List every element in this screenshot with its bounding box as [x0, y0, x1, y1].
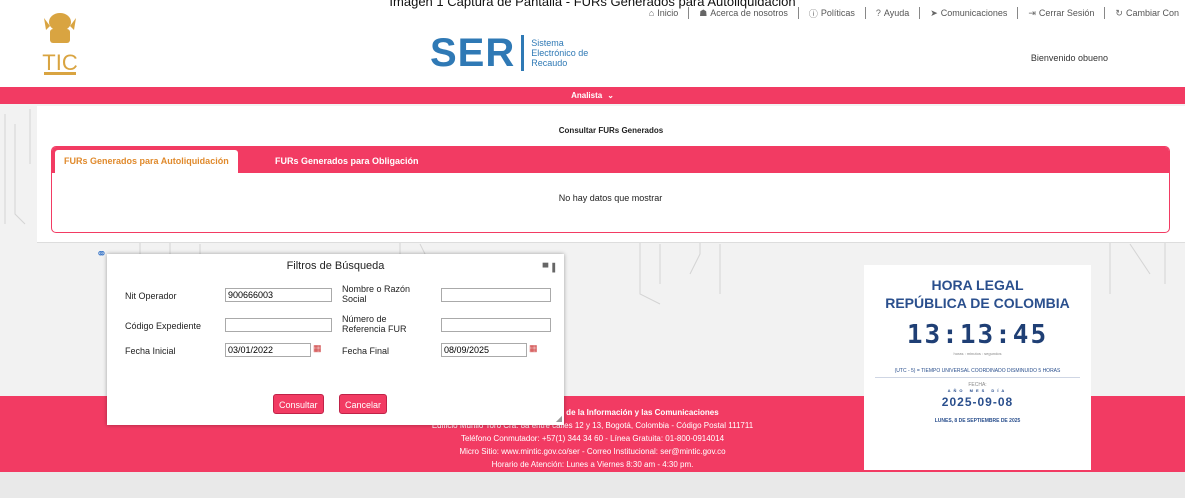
nav-separator	[864, 7, 866, 19]
search-filters-dialog: ⚭ Filtros de Búsqueda ▀▐ Nit Operador No…	[96, 246, 564, 425]
clock-units: horas : minutos : segundos	[953, 351, 1002, 356]
chevron-down-icon: ⌄	[607, 91, 614, 100]
welcome-text: Bienvenido obueno	[1030, 53, 1108, 63]
tab-autoliquidacion[interactable]: FURs Generados para Autoliquidación	[55, 150, 238, 173]
clock-title-line2: REPÚBLICA DE COLOMBIA	[885, 295, 1070, 311]
resize-handle-icon[interactable]: ◢	[556, 414, 562, 423]
refresh-icon: ↻	[1115, 7, 1123, 18]
ser-logo-line1: Sistema	[531, 38, 564, 48]
role-menu[interactable]: Analista ⌄	[571, 91, 614, 100]
clock-date: 2025-09-08	[941, 395, 1014, 409]
ser-logo: SER Sistema Electrónico de Recaudo	[430, 32, 588, 74]
consultar-button[interactable]: Consultar	[273, 394, 324, 414]
ser-logo-divider	[521, 35, 525, 71]
logout-icon: ⇥	[1028, 7, 1036, 18]
fecha-inicial-label: Fecha Inicial	[125, 346, 176, 356]
nit-operador-label: Nit Operador	[125, 291, 177, 301]
home-icon: ⌂	[648, 8, 655, 18]
nav-inicio[interactable]: ⌂ Inicio	[643, 8, 684, 18]
clock-title: HORA LEGAL REPÚBLICA DE COLOMBIA	[864, 276, 1091, 312]
info-icon: ⓘ	[808, 8, 818, 19]
clock-long-date: LUNES, 8 DE SEPTIEMBRE DE 2025	[934, 418, 1021, 424]
tabs-header: FURs Generados para Autoliquidación FURs…	[52, 147, 1169, 173]
fur-panel-title: Consultar FURs Generados	[558, 126, 664, 135]
ser-logo-subtitle: Sistema Electrónico de Recaudo	[531, 38, 588, 68]
nav-comunicaciones-label: Comunicaciones	[940, 8, 1008, 18]
ser-logo-line2: Electrónico de	[531, 48, 589, 58]
tic-logo-text: TIC	[42, 50, 78, 75]
clock-utc-note: (UTC - 5) = TIEMPO UNIVERSAL COORDINADO …	[894, 368, 1061, 374]
codigo-expediente-input[interactable]	[225, 318, 332, 332]
nav-comunicaciones[interactable]: ➤ Comunicaciones	[924, 8, 1013, 19]
fecha-final-label: Fecha Final	[342, 346, 390, 356]
page-bottom	[0, 472, 1185, 498]
role-menu-bar: Analista ⌄	[0, 87, 1185, 104]
nav-acerca[interactable]: ☗ Acerca de nosotros	[693, 8, 794, 19]
nav-separator	[1017, 7, 1019, 19]
clock-date-units: AÑO MES DÍA	[947, 388, 1008, 393]
nav-politicas-label: Políticas	[820, 8, 855, 18]
figure-caption: Imagen 1 Captura de Pantalla - FURs Gene…	[389, 0, 796, 9]
tab-obligacion[interactable]: FURs Generados para Obligación	[266, 150, 428, 173]
fur-panel: Consultar FURs Generados FURs Generados …	[37, 106, 1185, 243]
nav-politicas[interactable]: ⓘ Políticas	[803, 7, 861, 20]
empty-message: No hay datos que mostrar	[558, 193, 663, 203]
fecha-inicial-input[interactable]	[225, 343, 311, 357]
nav-inicio-label: Inicio	[657, 8, 679, 18]
numero-referencia-fur-label: Número de Referencia FUR	[342, 314, 407, 334]
nav-cambiar-con-label: Cambiar Con	[1125, 8, 1179, 18]
ser-logo-title: SER	[430, 31, 516, 75]
ser-logo-line3: Recaudo	[531, 58, 568, 68]
clock-divider	[875, 377, 1080, 378]
nav-cerrar-sesion[interactable]: ⇥ Cerrar Sesión	[1022, 8, 1100, 19]
tic-logo: TIC	[42, 13, 78, 75]
nit-operador-input[interactable]	[225, 288, 332, 302]
nav-acerca-label: Acerca de nosotros	[710, 8, 788, 18]
cancelar-button[interactable]: Cancelar	[339, 394, 388, 414]
nav-separator	[797, 7, 799, 19]
window-controls-icon[interactable]: ▀▐	[543, 263, 556, 272]
fur-tabs: FURs Generados para Autoliquidación FURs…	[51, 146, 1170, 233]
codigo-expediente-label: Código Expediente	[125, 321, 202, 331]
role-menu-label: Analista	[571, 91, 603, 100]
nombre-razon-social-input[interactable]	[441, 288, 551, 302]
nav-separator	[919, 7, 921, 19]
calendar-icon[interactable]: ▦	[529, 343, 538, 354]
legal-time-widget: HORA LEGAL REPÚBLICA DE COLOMBIA 13:13:4…	[864, 265, 1091, 470]
nav-ayuda-label: Ayuda	[883, 8, 910, 18]
clock-time: 13:13:45	[906, 320, 1049, 350]
nav-separator	[1104, 7, 1106, 19]
filters-title: Filtros de Búsqueda	[286, 260, 385, 272]
nav-cambiar-con[interactable]: ↻ Cambiar Con	[1109, 8, 1185, 19]
nombre-razon-social-label: Nombre o Razón Social	[342, 284, 411, 304]
nav-cerrar-sesion-label: Cerrar Sesión	[1038, 8, 1095, 18]
numero-referencia-fur-input[interactable]	[441, 318, 551, 332]
nav-ayuda[interactable]: ? Ayuda	[870, 8, 915, 18]
users-icon: ☗	[699, 7, 708, 18]
calendar-icon[interactable]: ▦	[313, 343, 322, 354]
send-icon: ➤	[930, 7, 938, 18]
fecha-final-input[interactable]	[441, 343, 527, 357]
binoculars-icon: ⚭	[96, 246, 107, 261]
clock-title-line1: HORA LEGAL	[931, 277, 1024, 293]
site-header: TIC ⌂ Inicio ☗ Acerca de nosotros ⓘ Polític…	[0, 0, 1185, 87]
help-icon: ?	[875, 8, 881, 18]
